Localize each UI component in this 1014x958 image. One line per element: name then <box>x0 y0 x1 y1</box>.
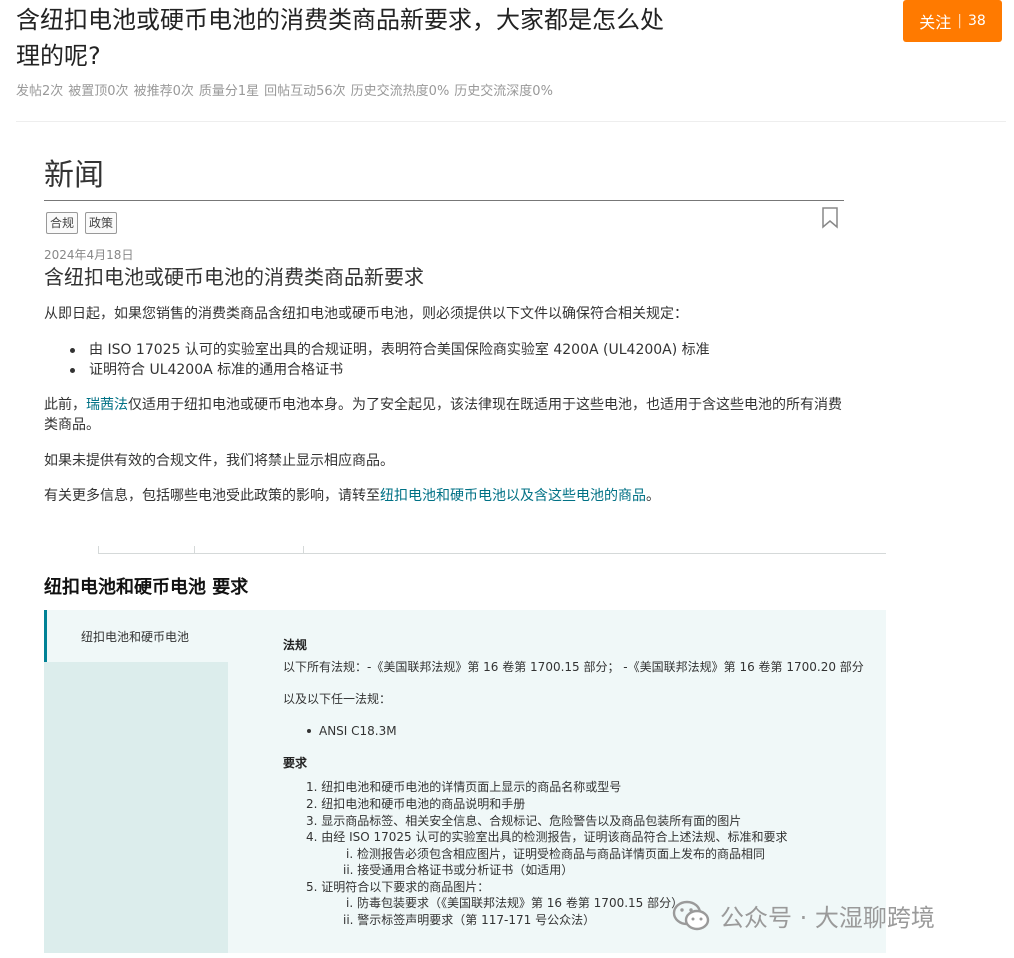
paragraph-enforcement: 如果未提供有效的合规文件，我们将禁止显示相应商品。 <box>44 453 394 469</box>
reese-law-link[interactable]: 瑞茜法 <box>86 397 128 413</box>
news-heading-rule <box>44 200 844 201</box>
follow-separator: | <box>957 13 962 29</box>
wechat-icon <box>672 900 710 930</box>
watermark-text: 公众号 · 大湿聊跨境 <box>720 904 935 932</box>
follow-label: 关注 <box>919 13 952 32</box>
requirements-subheading: 要求 <box>283 756 308 770</box>
requirement-subitem: ii. 接受通用合格证书或分析证书（如适用） <box>343 863 574 877</box>
requirement-subitem: i. 检测报告必须包含相应图片，证明受检商品与商品详情页面上发布的商品相同 <box>346 847 765 861</box>
paragraph-text: 有关更多信息，包括哪些电池受此政策的影响，请转至 <box>44 488 380 504</box>
requirements-heading: 纽扣电池和硬币电池 要求 <box>44 577 249 598</box>
sidebar-column <box>44 662 228 953</box>
law-heading: 法规 <box>283 638 308 652</box>
bookmark-icon[interactable] <box>821 207 839 229</box>
follow-count: 38 <box>967 13 986 29</box>
tag-policy[interactable]: 政策 <box>85 212 118 234</box>
stat-replies: 回帖互动56次 <box>264 84 346 99</box>
paragraph-previous-law: 此前，瑞茜法仅适用于纽扣电池或硬币电池本身。为了安全起见，该法律现在既适用于这些… <box>44 395 849 435</box>
requirement-item: 4. 由经 ISO 17025 认可的实验室出具的检测报告，证明该商品符合上述法… <box>306 830 788 844</box>
requirement-subitem: i. 防毒包装要求（《美国联邦法规》第 16 卷第 1700.15 部分） <box>346 896 684 910</box>
paragraph-text: 。 <box>646 488 660 504</box>
tab-strip-line <box>98 553 886 554</box>
header-divider <box>16 121 1006 122</box>
paragraph-text: 仅适用于纽扣电池或硬币电池本身。为了安全起见，该法律现在既适用于这些电池，也适用… <box>44 397 842 433</box>
article-title: 含纽扣电池或硬币电池的消费类商品新要求 <box>44 265 424 289</box>
stat-pinned: 被置顶0次 <box>68 84 129 99</box>
news-section-heading: 新闻 <box>44 158 104 193</box>
law-any-text: 以及以下任一法规： <box>283 692 392 706</box>
wechat-watermark: 公众号 · 大湿聊跨境 <box>672 898 935 933</box>
article-tags: 合规 政策 <box>46 212 118 234</box>
document-list: 由 ISO 17025 认可的实验室出具的合规证明，表明符合美国保险商实验室 4… <box>70 340 710 380</box>
list-item: 证明符合 UL4200A 标准的通用合格证书 <box>70 360 710 380</box>
requirement-item: 2. 纽扣电池和硬币电池的商品说明和手册 <box>306 797 526 811</box>
tab-divider <box>98 546 99 554</box>
requirement-item: 5. 证明符合以下要求的商品图片： <box>306 880 490 894</box>
tab-divider <box>303 546 304 554</box>
stat-depth: 历史交流深度0% <box>454 84 553 99</box>
requirement-item: 1. 纽扣电池和硬币电池的详情页面上显示的商品名称或型号 <box>306 780 622 794</box>
stat-heat: 历史交流热度0% <box>350 84 450 99</box>
law-bullet: ANSI C18.3M <box>319 724 397 738</box>
requirement-item: 3. 显示商品标签、相关安全信息、合规标记、危险警告以及商品包装所有面的图片 <box>306 814 742 828</box>
paragraph-more-info: 有关更多信息，包括哪些电池受此政策的影响，请转至纽扣电池和硬币电池以及含这些电池… <box>44 486 849 506</box>
stat-posts: 发帖2次 <box>16 84 64 99</box>
article-intro: 从即日起，如果您销售的消费类商品含纽扣电池或硬币电池，则必须提供以下文件以确保符… <box>44 306 688 322</box>
follow-button[interactable]: 关注 | 38 <box>903 0 1002 42</box>
stat-quality: 质量分1星 <box>198 84 260 99</box>
stat-recommended: 被推荐0次 <box>133 84 194 99</box>
tab-divider <box>194 546 195 554</box>
tag-compliance[interactable]: 合规 <box>46 212 79 234</box>
list-item: 由 ISO 17025 认可的实验室出具的合规证明，表明符合美国保险商实验室 4… <box>70 340 710 360</box>
post-title: 含纽扣电池或硬币电池的消费类商品新要求，大家都是怎么处理的呢? <box>16 6 664 70</box>
bullet-dot <box>307 729 311 733</box>
paragraph-text: 此前， <box>44 397 86 413</box>
law-text: 以下所有法规：-《美国联邦法规》第 16 卷第 1700.15 部分； -《美国… <box>283 660 864 674</box>
requirement-subitem: ii. 警示标签声明要求（第 117-171 号公众法） <box>343 913 596 927</box>
battery-products-link[interactable]: 纽扣电池和硬币电池以及含这些电池的商品 <box>380 488 646 504</box>
sidebar-item-button-battery[interactable]: 纽扣电池和硬币电池 <box>44 610 228 662</box>
author-stats: 发帖2次 被置顶0次 被推荐0次 质量分1星 回帖互动56次 历史交流热度0% … <box>16 80 553 100</box>
